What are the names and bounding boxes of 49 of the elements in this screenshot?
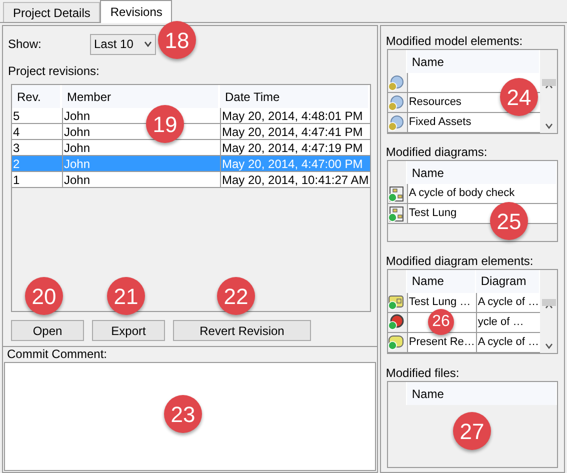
section-label: Modified model elements: bbox=[384, 34, 524, 49]
action-button[interactable]: Revert Revision bbox=[173, 320, 311, 341]
table-cell: May 20, 2014, 4:47:41 PM bbox=[220, 124, 370, 139]
column-header[interactable]: Rev. bbox=[12, 85, 62, 108]
table-cell[interactable]: A cycle of … bbox=[478, 294, 539, 311]
table-row[interactable]: 3 John May 20, 2014, 4:47:19 PM bbox=[12, 140, 370, 156]
table-cell-text: 3 bbox=[12, 140, 21, 155]
commit-comment-field[interactable] bbox=[4, 362, 376, 471]
column-header[interactable]: Diagram bbox=[476, 270, 540, 293]
table-cell-text: 5 bbox=[12, 108, 21, 123]
table-cell-text: 4 bbox=[12, 124, 21, 139]
column-header[interactable]: Name bbox=[406, 382, 557, 406]
scrollbar-thumb[interactable] bbox=[542, 79, 556, 86]
section-label: Modified diagram elements: bbox=[384, 254, 534, 269]
table-cell: May 20, 2014, 4:48:01 PM bbox=[220, 108, 370, 123]
scrollbar-thumb[interactable] bbox=[542, 298, 556, 306]
column-header[interactable]: Member bbox=[62, 85, 220, 108]
table-cell: May 20, 2014, 4:47:00 PM bbox=[220, 156, 370, 171]
tab[interactable]: Revisions bbox=[100, 0, 172, 23]
box-icon bbox=[388, 294, 404, 310]
scroll-down-icon[interactable] bbox=[544, 123, 552, 129]
column-header[interactable]: Name bbox=[406, 50, 540, 73]
section-label: Modified files: bbox=[384, 366, 460, 382]
table-cell[interactable]: A cycle of … bbox=[478, 334, 539, 351]
table-cell: John bbox=[62, 156, 220, 171]
column-header[interactable]: Name bbox=[406, 270, 476, 293]
table-row[interactable]: 1 John May 20, 2014, 10:41:27 AM bbox=[12, 172, 370, 188]
tab[interactable]: Project Details bbox=[3, 2, 100, 22]
table-cell-text: 1 bbox=[12, 172, 21, 187]
column-header[interactable]: Date Time bbox=[220, 85, 370, 108]
table-cell: May 20, 2014, 4:47:19 PM bbox=[220, 140, 370, 155]
table-cell[interactable]: Present Re… bbox=[408, 334, 475, 351]
table-cell[interactable]: ycle of … bbox=[478, 314, 524, 331]
show-dropdown[interactable]: Last 10 bbox=[90, 34, 156, 54]
section-label: Modified diagrams: bbox=[384, 145, 488, 160]
callout-badge: 18 bbox=[158, 21, 196, 59]
action-button[interactable]: Open bbox=[11, 320, 84, 341]
scroll-up-icon[interactable] bbox=[544, 83, 552, 89]
rounded-box-icon bbox=[388, 334, 404, 350]
table-cell-text: 2 bbox=[12, 156, 21, 171]
project-revisions-label: Project revisions: bbox=[8, 63, 100, 80]
table-cell[interactable]: Test Lung … bbox=[408, 294, 471, 311]
table-cell: John bbox=[62, 172, 220, 187]
commit-comment-label: Commit Comment: bbox=[6, 347, 108, 362]
table-cell: May 20, 2014, 10:41:27 AM bbox=[220, 172, 370, 187]
column-header[interactable]: Name bbox=[406, 161, 557, 184]
show-label: Show: bbox=[8, 36, 42, 53]
action-button[interactable]: Export bbox=[92, 320, 165, 341]
scroll-down-icon[interactable] bbox=[544, 343, 552, 350]
